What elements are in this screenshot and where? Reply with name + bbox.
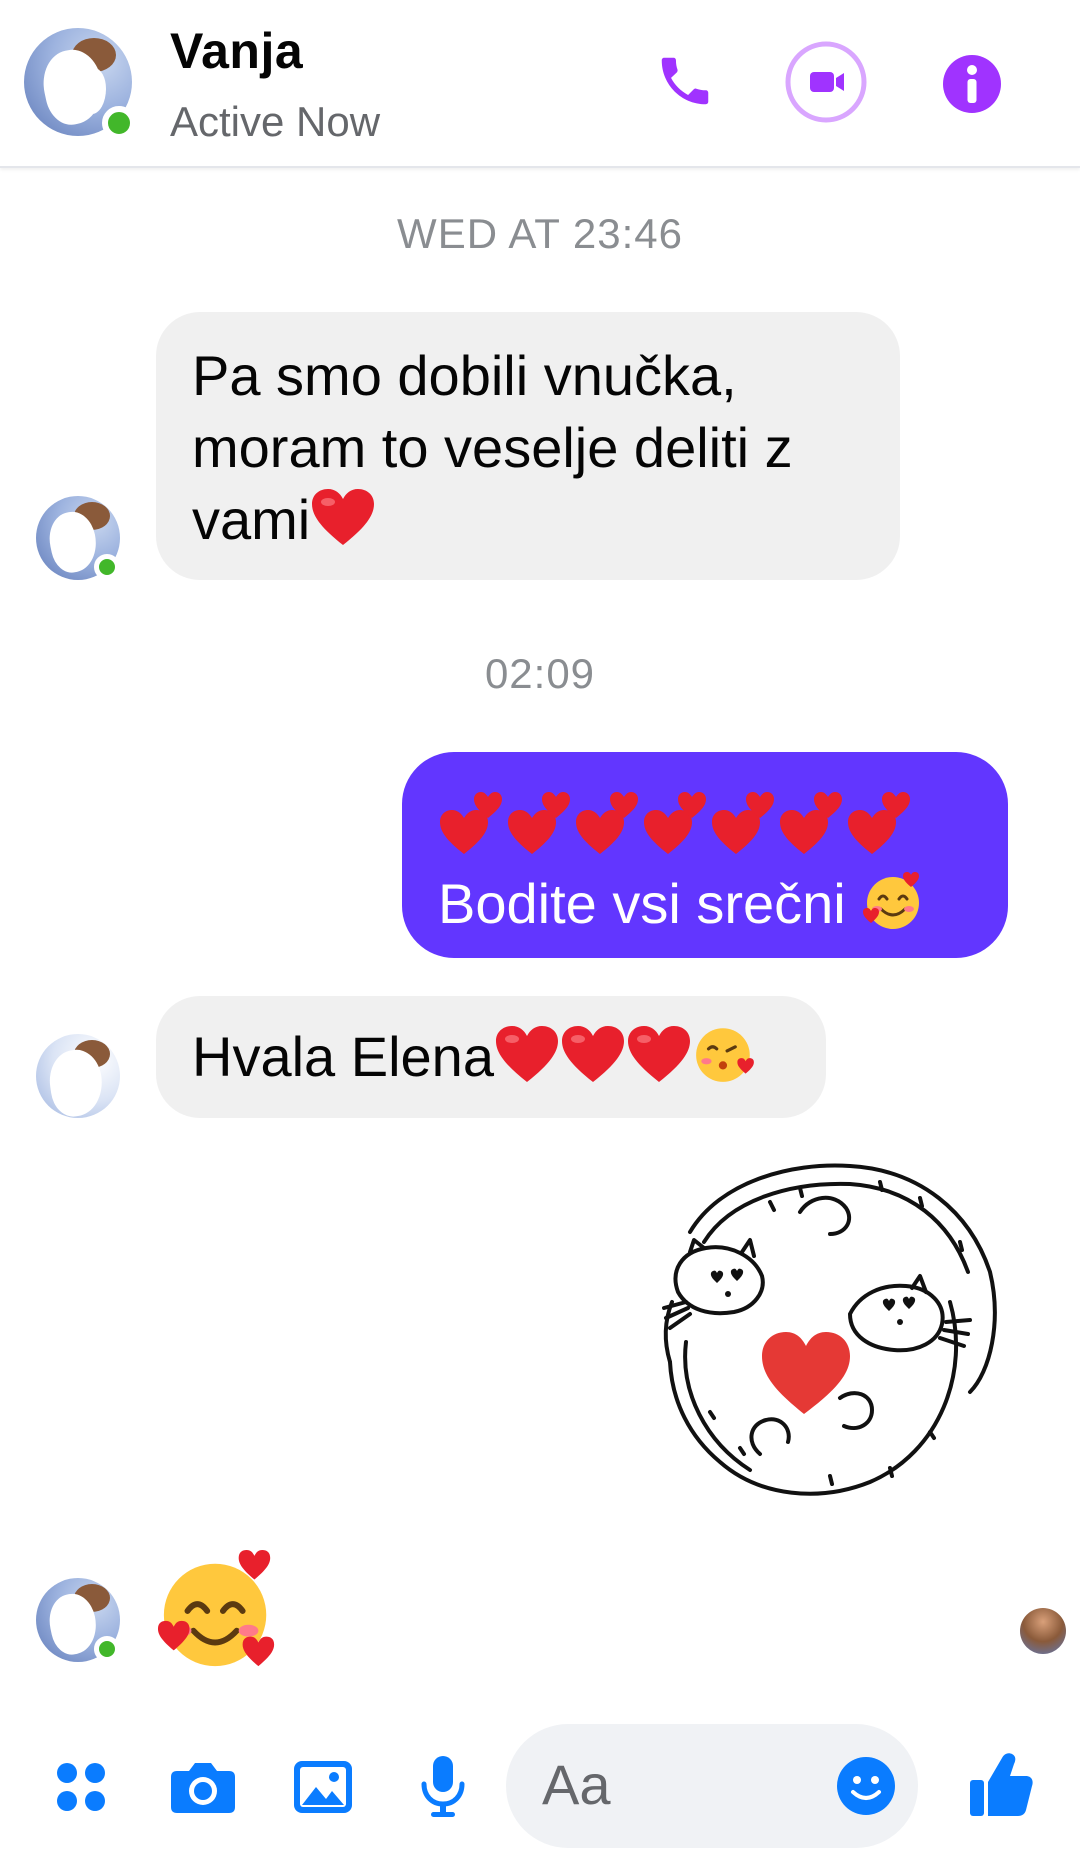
online-status-dot (94, 1636, 120, 1662)
emoji-message[interactable] (156, 1548, 282, 1674)
online-status-dot (102, 106, 136, 140)
message-line-last: vami (192, 484, 864, 556)
two-hearts-icon (440, 792, 502, 854)
gallery-icon[interactable] (0, 1756, 66, 1818)
incoming-message-bubble[interactable]: Hvala Elena (156, 996, 826, 1118)
message-input-placeholder: Aa (542, 1753, 611, 1816)
phone-icon[interactable] (650, 46, 720, 116)
two-hearts-icon (576, 792, 638, 854)
seen-receipt-avatar (1020, 1608, 1066, 1654)
contact-status: Active Now (170, 98, 381, 145)
two-hearts-icon (644, 792, 706, 854)
two-hearts-icon (780, 792, 842, 854)
red-heart-icon (627, 1026, 690, 1082)
red-heart-icon (495, 1026, 558, 1082)
contact-name[interactable]: Vanja (170, 22, 303, 80)
message-text: Bodite vsi srečni (438, 872, 846, 935)
two-hearts-icon (848, 792, 910, 854)
two-hearts-icon (712, 792, 774, 854)
message-line: vami (192, 488, 311, 551)
two-hearts-icon (508, 792, 570, 854)
otters-heart-sticker[interactable] (650, 1152, 1010, 1516)
red-heart-icon (312, 489, 375, 545)
message-text: Hvala Elena (192, 1025, 494, 1088)
message-line-last: Bodite vsi srečni (438, 868, 972, 940)
emoji-icon[interactable] (836, 1756, 896, 1816)
info-icon[interactable] (940, 52, 1004, 116)
gallery-icon[interactable] (290, 1756, 356, 1818)
outgoing-message-bubble[interactable]: Bodite vsi srečni (402, 752, 1008, 958)
microphone-icon[interactable] (414, 1752, 472, 1822)
sender-avatar[interactable] (36, 496, 120, 580)
sender-avatar[interactable] (36, 1578, 120, 1662)
thumbs-up-icon[interactable] (966, 1748, 1036, 1822)
online-status-dot (94, 554, 120, 580)
incoming-message-bubble[interactable]: Pa smo dobili vnučka, moram to veselje d… (156, 312, 900, 580)
face-blowing-kiss-icon (696, 1028, 754, 1082)
video-camera-icon[interactable] (784, 40, 868, 124)
timestamp: WED AT 23:46 (397, 210, 683, 257)
avatar-image (36, 1034, 120, 1118)
message-line: Pa smo dobili vnučka, (192, 344, 737, 407)
two-hearts-row (438, 788, 972, 868)
smiling-face-with-hearts-icon (863, 872, 920, 929)
timestamp: 02:09 (484, 650, 596, 697)
red-heart-icon (561, 1026, 624, 1082)
message-line: moram to veselje deliti z (192, 416, 793, 479)
conversation-header: Vanja Active Now (0, 0, 1080, 168)
sender-avatar[interactable] (36, 1034, 120, 1118)
smiling-face-with-hearts-icon (157, 1549, 275, 1667)
sticker-image (662, 1163, 997, 1496)
contact-avatar[interactable] (24, 28, 136, 140)
message-input[interactable]: Aa (506, 1724, 918, 1848)
camera-icon[interactable] (168, 1756, 238, 1818)
